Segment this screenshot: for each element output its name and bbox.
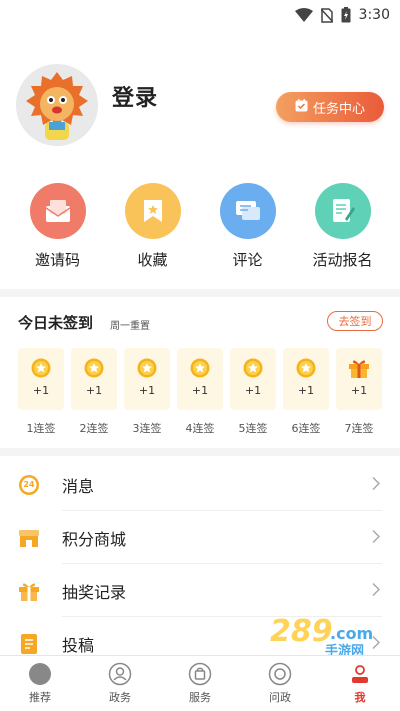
status-bar: 3:30 — [0, 0, 400, 30]
task-calendar-icon — [295, 98, 308, 116]
tab-label: 推荐 — [29, 691, 51, 704]
menu-label: 积分商城 — [62, 529, 127, 549]
tab-label: 问政 — [269, 691, 291, 704]
checkin-day-card: +1 — [177, 348, 223, 410]
checkin-days: +1 1连签 +1 2连签 +1 3连签 +1 4连签 +1 5连签 +1 6连… — [18, 348, 382, 436]
chevron-right-icon — [372, 634, 381, 653]
quick-invite-code[interactable]: 邀请码 — [18, 183, 98, 275]
tab-label: 服务 — [189, 691, 211, 704]
quick-comments[interactable]: 评论 — [208, 183, 288, 275]
checkin-day-card: +1 — [124, 348, 170, 410]
task-center-button[interactable]: 任务中心 — [276, 92, 384, 122]
checkin-day: +1 5连签 — [230, 348, 276, 436]
day-label: 3连签 — [132, 422, 162, 435]
manuscript-icon — [18, 633, 40, 655]
day-label: 1连签 — [26, 422, 56, 435]
menu-list: 24 消息 积分商城 抽奖记录 投稿 — [0, 458, 400, 670]
menu-label: 抽奖记录 — [62, 582, 127, 602]
checkin-day-card: +1 — [18, 348, 64, 410]
coin-icon — [296, 358, 316, 378]
checkin-day: +1 3连签 — [124, 348, 170, 436]
day-points: +1 — [191, 384, 209, 397]
section-divider — [0, 448, 400, 456]
people-icon — [108, 662, 132, 686]
day-points: +1 — [244, 384, 262, 397]
form-icon — [314, 183, 371, 239]
day-points: +1 — [297, 384, 315, 397]
no-sim-icon — [320, 7, 333, 23]
message-badge-count: 24 — [23, 480, 35, 489]
day-label: 5连签 — [238, 422, 268, 435]
bag-icon — [188, 662, 212, 686]
checkin-day: +1 2连签 — [71, 348, 117, 436]
lion-mascot-icon — [16, 64, 98, 146]
wifi-icon — [294, 8, 313, 22]
checkin-subtitle: 周一重置 — [110, 321, 150, 332]
user-icon — [352, 665, 368, 683]
quick-actions: 邀请码 收藏 评论 活动报名 — [0, 183, 400, 275]
question-icon — [268, 662, 292, 686]
tab-services[interactable]: 服务 — [160, 656, 240, 711]
day-points: +1 — [138, 384, 156, 397]
section-divider — [0, 289, 400, 297]
chevron-right-icon — [372, 581, 381, 600]
coin-icon — [31, 358, 51, 378]
day-label: 6连签 — [291, 422, 321, 435]
checkin-day: +1 7连签 — [336, 348, 382, 436]
status-time: 3:30 — [358, 7, 390, 23]
tab-recommend[interactable]: 推荐 — [0, 656, 80, 711]
checkin-section: 今日未签到 周一重置 去签到 +1 1连签 +1 2连签 +1 3连签 +1 4… — [0, 300, 400, 450]
coin-icon — [243, 358, 263, 378]
checkin-day-card: +1 — [71, 348, 117, 410]
checkin-day: +1 4连签 — [177, 348, 223, 436]
tab-label: 我 — [354, 691, 366, 704]
bookmark-icon — [124, 183, 181, 239]
bottom-tab-bar: 推荐 政务 服务 问政 我 — [0, 655, 400, 711]
day-points: +1 — [85, 384, 103, 397]
checkin-day-card: +1 — [283, 348, 329, 410]
task-center-label: 任务中心 — [312, 101, 365, 117]
comment-icon — [219, 183, 276, 239]
day-points: +1 — [32, 384, 50, 397]
day-label: 4连签 — [185, 422, 215, 435]
tab-inquiry[interactable]: 问政 — [240, 656, 320, 711]
chevron-right-icon — [372, 475, 381, 494]
menu-item-lottery-records[interactable]: 抽奖记录 — [0, 564, 400, 617]
coin-icon — [190, 358, 210, 378]
checkin-title: 今日未签到 — [18, 314, 94, 332]
checkin-day: +1 1连签 — [18, 348, 64, 436]
checkin-day: +1 6连签 — [283, 348, 329, 436]
quick-favorites[interactable]: 收藏 — [113, 183, 193, 275]
shop-icon — [18, 527, 40, 549]
tab-label: 政务 — [109, 691, 131, 704]
chevron-right-icon — [372, 528, 381, 547]
menu-item-points-mall[interactable]: 积分商城 — [0, 511, 400, 564]
coin-icon — [84, 358, 104, 378]
battery-charging-icon — [341, 7, 351, 23]
day-label: 2连签 — [79, 422, 109, 435]
gift-box-icon — [349, 360, 369, 378]
coin-icon — [137, 358, 157, 378]
checkin-button[interactable]: 去签到 — [327, 311, 383, 331]
gift-icon — [18, 580, 40, 602]
profile-header: 登录 任务中心 — [16, 62, 384, 152]
home-dot-icon — [29, 663, 51, 685]
day-label: 7连签 — [344, 422, 374, 435]
menu-label: 消息 — [62, 476, 95, 496]
quick-event-signup-label: 活动报名 — [312, 251, 373, 269]
login-link[interactable]: 登录 — [112, 80, 158, 112]
checkin-day-card: +1 — [336, 348, 382, 410]
day-points: +1 — [350, 384, 368, 397]
quick-favorites-label: 收藏 — [137, 251, 168, 269]
quick-comments-label: 评论 — [232, 251, 263, 269]
menu-label: 投稿 — [62, 635, 95, 655]
envelope-icon — [29, 183, 86, 239]
checkin-day-card: +1 — [230, 348, 276, 410]
avatar[interactable] — [16, 64, 98, 146]
tab-government[interactable]: 政务 — [80, 656, 160, 711]
quick-invite-label: 邀请码 — [34, 251, 80, 269]
tab-me[interactable]: 我 — [320, 656, 400, 711]
menu-item-messages[interactable]: 24 消息 — [0, 458, 400, 511]
quick-event-signup[interactable]: 活动报名 — [303, 183, 383, 275]
